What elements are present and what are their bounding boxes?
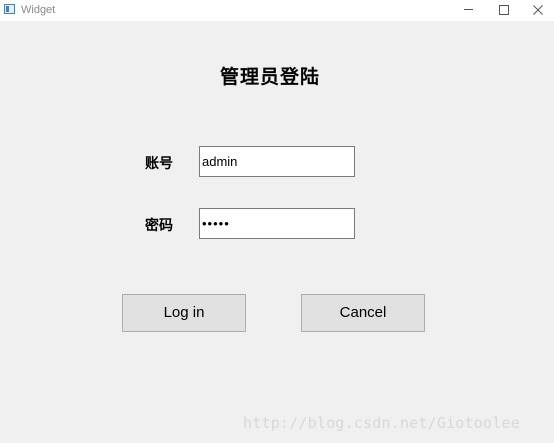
close-button[interactable]: [520, 0, 554, 21]
cancel-button[interactable]: Cancel: [301, 294, 425, 332]
title-bar[interactable]: Widget: [0, 0, 554, 21]
app-window: Widget 管理员登陆 账号 密码 Log in Cancel http://…: [0, 0, 554, 443]
password-label: 密码: [145, 218, 173, 234]
close-icon: [533, 5, 543, 15]
maximize-button[interactable]: [486, 0, 520, 21]
watermark: http://blog.csdn.net/Giotoolee: [243, 414, 520, 432]
page-title: 管理员登陆: [219, 66, 320, 88]
window-title: Widget: [21, 4, 56, 16]
app-window-icon: [4, 4, 15, 14]
account-input[interactable]: [199, 146, 355, 177]
password-input[interactable]: [199, 208, 355, 239]
account-label: 账号: [145, 156, 173, 172]
login-button[interactable]: Log in: [122, 294, 246, 332]
minimize-button[interactable]: [451, 0, 485, 21]
